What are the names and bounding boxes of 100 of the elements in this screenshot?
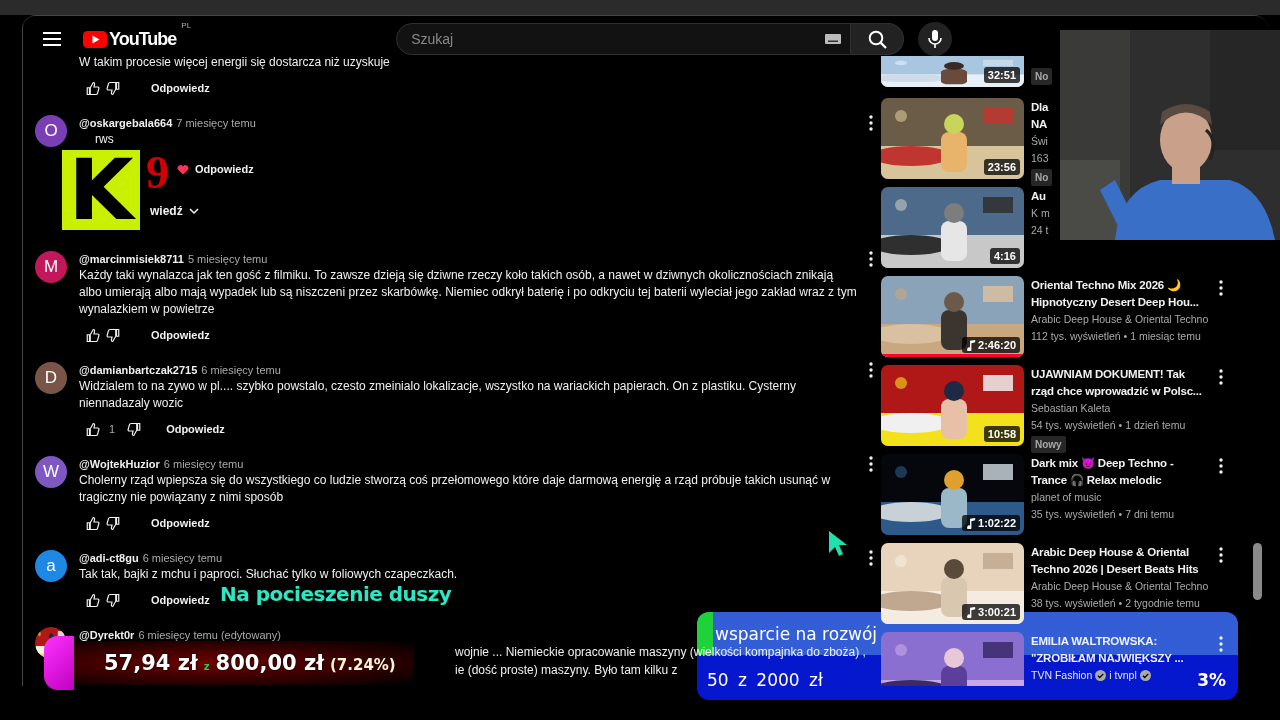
comment-author[interactable]: @damianbartczak2715 [79, 364, 198, 376]
video-meta: 38 tys. wyświetleń • 2 tygodnie temu [1031, 596, 1200, 611]
thumbs-down-icon[interactable] [106, 80, 121, 96]
video-title[interactable]: Dla NA [1031, 99, 1049, 133]
thumbs-up-icon[interactable] [85, 327, 100, 343]
comment-time[interactable]: 6 miesięcy temu (edytowany) [138, 629, 281, 641]
channel-name[interactable]: planet of music [1031, 489, 1102, 506]
thumbs-up-icon[interactable] [85, 592, 100, 608]
stream-logo-digit: 9 [146, 150, 169, 196]
comment-text: W takim procesie więcej energii się dostarcza niż uzyskuje [79, 54, 391, 71]
comment-author[interactable]: @WojtekHuzior [79, 458, 160, 470]
video-meta: 35 tys. wyświetleń • 7 dni temu [1031, 507, 1175, 522]
stream-logo: K [62, 150, 140, 230]
avatar[interactable]: M [35, 251, 67, 283]
duration-badge: 3:00:21 [962, 604, 1020, 620]
comment-time[interactable]: 5 miesięcy temu [187, 253, 268, 265]
thumbs-up-icon[interactable] [85, 515, 100, 531]
avatar[interactable]: a [35, 550, 67, 582]
avatar[interactable]: O [35, 115, 67, 147]
search-icon [867, 29, 887, 49]
scrollbar-thumb[interactable] [1253, 543, 1262, 600]
comment-author[interactable]: @Dyrekt0r [79, 629, 135, 641]
chevron-down-icon[interactable] [188, 207, 199, 215]
raised-amount: 57,94 zł [104, 651, 198, 675]
reply-button[interactable]: Odpowiedz [151, 517, 210, 529]
thumbs-down-icon[interactable] [106, 327, 121, 343]
comment-text: Widzialem to na zywo w pl.... szybko powstalo, czesto zmeinialo lokalizacje, wszystko na wariackich papierach. On z plastiku. Cysterny niennadazaly wozic [79, 378, 797, 412]
channel-name[interactable]: Świ [1031, 133, 1048, 150]
video-meta: 24 t [1031, 223, 1049, 238]
reply-button[interactable]: Odpowiedz [151, 82, 210, 94]
microphone-button[interactable] [918, 22, 953, 56]
reply-button[interactable]: Odpowiedz [195, 163, 254, 175]
more-icon[interactable] [869, 115, 873, 131]
channel-name[interactable]: i tvnpl [1109, 667, 1137, 684]
replies-toggle[interactable]: wiedź [150, 204, 183, 218]
like-count: 1 [109, 423, 116, 435]
comment-text: Cholerny rząd wpiepsza się do wszystkiego co ludzie stworzą coś przełomowego które daje darmową energię a rząd próbuje takich usunąć w tragiczny nie powiązany z nimi sposób [79, 472, 832, 506]
comment-time[interactable]: 7 miesięcy temu [176, 117, 256, 129]
channel-name[interactable]: Arabic Deep House & Oriental Techno [1031, 578, 1209, 595]
more-icon[interactable] [1219, 280, 1223, 296]
more-icon[interactable] [869, 456, 873, 472]
video-meta: 163 [1031, 151, 1049, 166]
thumbs-up-icon[interactable] [85, 80, 100, 96]
donation-percent: (7.24%) [329, 656, 396, 674]
comment-time[interactable]: 6 miesięcy temu [163, 458, 244, 470]
duration-badge: 4:16 [989, 248, 1020, 264]
new-badge: No [1031, 169, 1053, 186]
goal-amount: 50 z 2000 zł [707, 670, 823, 690]
video-title[interactable]: EMILIA WALTROWSKA: "ZROBIŁAM NAJWIĘKSZY ... [1031, 633, 1184, 667]
verified-icon [1139, 670, 1151, 681]
duration-badge: 10:58 [983, 426, 1020, 442]
video-meta: 112 tys. wyświetleń • 1 miesiąc temu [1031, 329, 1201, 344]
keyboard-icon[interactable] [825, 34, 842, 44]
video-meta: 54 tys. wyświetleń • 1 dzień temu [1031, 418, 1186, 433]
search-button[interactable] [851, 23, 905, 55]
comment-text: ie (dość proste) maszyny. Było tam kilku z [455, 662, 678, 679]
thumbs-down-icon[interactable] [106, 515, 121, 531]
amount-separator: z [203, 661, 210, 672]
thumbs-down-icon[interactable] [127, 421, 143, 437]
video-title[interactable]: UJAWNIAM DOKUMENT! Tak rząd chce wprowadzić w Polsc... [1031, 366, 1202, 400]
channel-name[interactable]: Arabic Deep House & Oriental Techno [1031, 311, 1209, 328]
microphone-icon [928, 30, 943, 48]
reply-button[interactable]: Odpowiedz [151, 594, 210, 606]
video-title[interactable]: Dark mix 👿 Deep Techno - Trance 🎧 Relax melodic [1031, 455, 1174, 489]
new-badge: Nowy [1031, 436, 1066, 453]
channel-name[interactable]: K m [1031, 205, 1050, 222]
comment-author[interactable]: @adi-ct8gu [79, 552, 139, 564]
comment-time[interactable]: 6 miesięcy temu [201, 364, 281, 376]
more-icon[interactable] [1219, 369, 1223, 385]
stream-caption: Na pocieszenie duszy [220, 583, 452, 605]
more-icon[interactable] [869, 251, 873, 267]
donation-marker [44, 636, 74, 690]
comment-author[interactable]: @marcinmisiek8711 [79, 253, 184, 265]
comment-time[interactable]: 6 miesięcy temu [142, 552, 223, 564]
play-logo-icon [83, 30, 107, 48]
more-icon[interactable] [869, 362, 873, 378]
search-field[interactable]: Szukaj [396, 23, 852, 55]
thumbs-up-icon[interactable] [85, 421, 100, 437]
reply-button[interactable]: Odpowiedz [151, 329, 210, 341]
video-title[interactable]: Oriental Techno Mix 2026 🌙 Hipnotyczny Desert Deep Hou... [1031, 277, 1199, 311]
video-title[interactable]: Arabic Deep House & Oriental Techno 2026 | Desert Beats Hits [1031, 544, 1199, 578]
more-icon[interactable] [869, 550, 873, 566]
comment-text: rws [94, 131, 115, 148]
target-amount: 800,00 zł [215, 651, 324, 675]
duration-badge: 32:51 [983, 67, 1020, 83]
more-icon[interactable] [1219, 547, 1223, 563]
reply-button[interactable]: Odpowiedz [166, 423, 225, 435]
comment-text: Tak tak, bajki z mchu i paproci. Słuchać tylko w foliowych czapeczkach. [79, 566, 459, 583]
avatar[interactable]: D [35, 362, 67, 394]
duration-badge: 1:02:22 [962, 515, 1020, 531]
duration-badge: 2:46:20 [962, 337, 1020, 353]
new-badge: No [1031, 68, 1053, 85]
more-icon[interactable] [1219, 458, 1223, 474]
comment-author[interactable]: @oskargebala664 [79, 117, 173, 129]
channel-name[interactable]: Sebastian Kaleta [1031, 400, 1111, 417]
thumbs-down-icon[interactable] [106, 592, 121, 608]
video-title[interactable]: Au [1031, 188, 1046, 205]
avatar[interactable]: W [35, 456, 67, 488]
goal-title: wsparcie na rozwój [715, 623, 878, 644]
channel-name[interactable]: TVN Fashion [1031, 667, 1093, 684]
